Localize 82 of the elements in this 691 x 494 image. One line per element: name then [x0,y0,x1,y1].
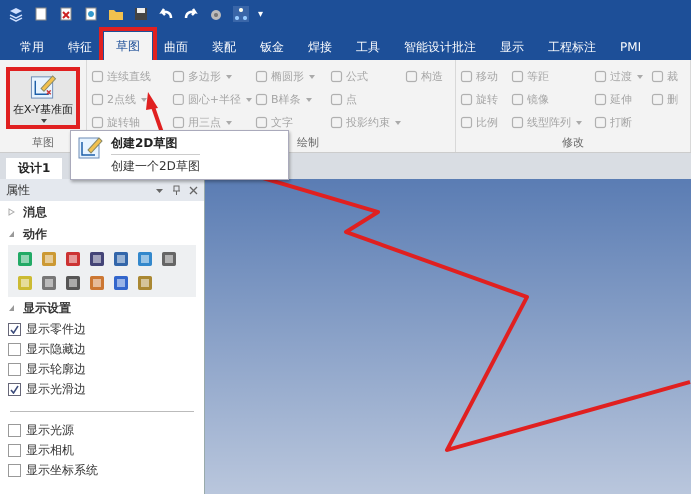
tool-icon [172,93,185,106]
tool-icon [511,93,524,106]
checkbox[interactable] [8,362,21,376]
option-label: 显示光源 [26,422,74,438]
layers-icon[interactable] [8,6,24,22]
tree-icon[interactable] [233,6,249,22]
document-tab[interactable]: 设计1 [6,158,62,179]
collapse-icon[interactable] [8,304,15,312]
action-icon[interactable] [112,274,130,292]
tool-icon [405,70,418,83]
panel-title: 属性 [6,182,31,198]
tool-icon [255,116,268,129]
tooltip-description: 创建一个2D草图 [111,158,200,175]
collapse-icon[interactable] [8,230,15,238]
option-label: 显示隐藏边 [26,340,86,358]
tool-icon [330,70,343,83]
tool-icon [172,70,185,83]
action-icon[interactable] [40,274,58,292]
tool-icon [651,70,664,83]
save-icon[interactable] [133,6,149,22]
tool-icon [91,93,104,106]
ribbon-tab[interactable]: PMI [608,34,654,60]
document-icon[interactable] [83,6,99,22]
tool-icon [91,70,104,83]
checkbox[interactable] [8,444,21,456]
ribbon-tab[interactable]: 焊接 [296,34,344,60]
tool-icon [330,116,343,129]
tool-icon [91,116,104,129]
group-label: 草图 [31,135,55,151]
group-label: 绘制 [297,135,319,151]
tool-icon [172,116,185,129]
action-icon[interactable] [136,250,154,268]
tool-icon [460,116,473,129]
checkbox[interactable] [8,382,21,396]
action-icon[interactable] [160,250,178,268]
sketch-icon [77,135,103,161]
tool-icon [594,116,607,129]
checkbox[interactable] [8,424,21,436]
sketch-plane-button[interactable]: 在X-Y基准面 [6,67,80,129]
checkbox[interactable] [8,322,21,336]
tool-icon [330,93,343,106]
ribbon-tab[interactable]: 装配 [200,34,248,60]
action-icon[interactable] [64,274,82,292]
file-icon[interactable] [58,6,74,22]
pin-icon[interactable] [172,185,181,195]
section-header[interactable]: 动作 [23,226,47,242]
checkbox[interactable] [8,464,21,476]
option-label: 显示轮廓边 [26,360,86,378]
sketch-icon [29,73,57,100]
tool-icon [594,93,607,106]
tool-icon [651,93,664,106]
tool-icon [255,93,268,106]
ribbon-tab[interactable]: 显示 [488,34,536,60]
action-icon[interactable] [64,250,82,268]
tooltip-title: 创建2D草图 [111,135,200,155]
tool-icon [460,93,473,106]
option-label: 显示光滑边 [26,380,86,398]
ribbon-tab[interactable]: 草图 [104,32,152,60]
tool-icon [460,70,473,83]
section-header[interactable]: 显示设置 [23,300,71,316]
tool-icon [255,70,268,83]
ribbon-tab[interactable]: 钣金 [248,34,296,60]
tool-icon [511,116,524,129]
ribbon-tab[interactable]: 工具 [344,34,392,60]
close-icon[interactable] [189,186,198,194]
tool-icon [594,70,607,83]
option-label: 显示相机 [26,442,74,458]
ribbon-tab[interactable]: 常用 [8,34,56,60]
new-file-icon[interactable] [33,6,49,22]
action-icon[interactable] [112,250,130,268]
tool-icon [511,70,524,83]
ribbon-tab[interactable]: 工程标注 [536,34,608,60]
action-icon[interactable] [88,250,106,268]
ribbon-tab[interactable]: 智能设计批注 [392,34,488,60]
checkbox[interactable] [8,342,21,356]
ribbon-tab[interactable]: 特征 [56,34,104,60]
section-header[interactable]: 消息 [23,204,47,220]
ribbon-tab[interactable]: 曲面 [152,34,200,60]
group-label: 修改 [561,135,585,151]
customize-dropdown[interactable]: ▾ [258,8,264,20]
option-label: 显示零件边 [26,320,86,338]
option-label: 显示坐标系统 [26,462,98,478]
